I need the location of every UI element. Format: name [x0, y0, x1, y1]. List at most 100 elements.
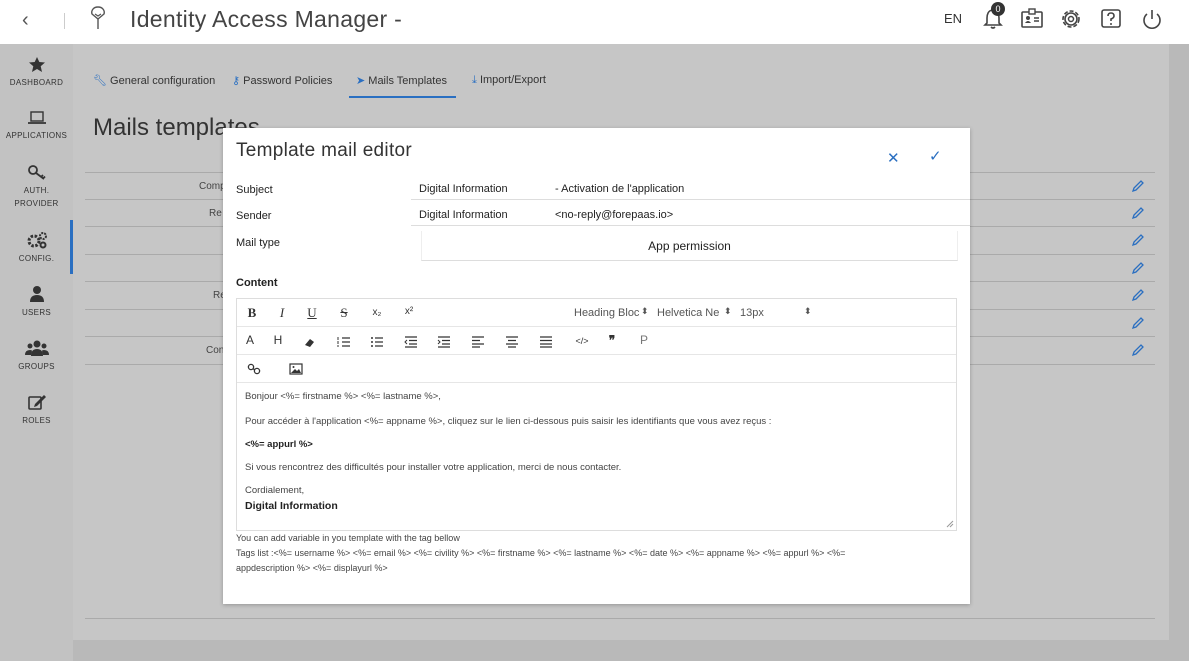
sender-label: Sender: [236, 210, 272, 222]
body-line: Si vous rencontrez des difficultés pour …: [245, 462, 622, 473]
content-label: Content: [236, 277, 278, 289]
italic-button[interactable]: I: [273, 305, 291, 321]
link-icon[interactable]: [245, 363, 263, 375]
variables-hint: You can add variable in you template wit…: [236, 533, 460, 543]
app-logo-icon: [91, 6, 105, 29]
key-icon: ⚷: [232, 75, 241, 87]
font-color-button[interactable]: A: [241, 333, 259, 347]
table-divider: [85, 618, 1155, 619]
bold-button[interactable]: B: [243, 305, 261, 321]
sidebar-item-applications[interactable]: APPLICATIONS: [0, 110, 73, 142]
pencil-icon[interactable]: [1131, 233, 1145, 247]
user-icon: [29, 286, 44, 302]
topbar-divider: [64, 13, 65, 29]
send-icon: ➤: [356, 75, 366, 87]
body-line: Cordialement,: [245, 485, 305, 496]
pencil-icon[interactable]: [1131, 261, 1145, 275]
close-button[interactable]: ✕: [887, 149, 900, 167]
editor-toolbar-row: [237, 355, 956, 383]
subject-label: Subject: [236, 184, 273, 196]
heading-select[interactable]: Heading Bloc: [574, 307, 644, 319]
template-mail-editor-modal: Template mail editor ✕ ✓ Subject Digital…: [223, 128, 970, 604]
body-line: Bonjour <%= firstname %> <%= lastname %>…: [245, 391, 441, 402]
chevron-updown-icon: ⬍: [641, 306, 649, 316]
align-center-icon[interactable]: [503, 336, 521, 348]
tab-label: Import/Export: [479, 74, 546, 86]
indent-icon[interactable]: [435, 336, 453, 348]
sidebar-item-users[interactable]: USERS: [0, 285, 73, 319]
power-icon[interactable]: [1139, 6, 1165, 32]
underline-button[interactable]: U: [303, 305, 321, 321]
sidebar-item-dashboard[interactable]: DASHBOARD: [0, 56, 73, 89]
pencil-icon[interactable]: [1131, 179, 1145, 193]
sender-input-part1[interactable]: Digital Information: [419, 209, 508, 221]
tags-list: Tags list :<%= username %> <%= email %> …: [236, 548, 846, 558]
font-size-select[interactable]: 13px: [740, 307, 800, 319]
ordered-list-icon[interactable]: [335, 336, 353, 348]
align-left-icon[interactable]: [469, 336, 487, 348]
sidebar-item-label: AUTH.: [23, 186, 50, 195]
top-bar: ‹ Identity Access Manager - EN 0: [0, 0, 1189, 44]
code-button[interactable]: </>: [570, 336, 594, 346]
sidebar-item-label: GROUPS: [18, 362, 55, 371]
rich-text-editor: B I U S x₂ x² Heading Bloc ⬍ Helvetica N…: [236, 298, 957, 531]
edit-icon: [27, 395, 46, 410]
laptop-icon: [27, 111, 46, 124]
superscript-button[interactable]: x²: [400, 306, 418, 317]
download-icon: ⤓: [472, 74, 477, 86]
sidebar: DASHBOARD APPLICATIONS AUTH. PROVIDER CO…: [0, 44, 73, 661]
sidebar-item-label: ROLES: [22, 416, 51, 425]
mail-type-label: Mail type: [236, 237, 281, 249]
table-row-label: Re: [209, 208, 222, 219]
tab-label: General configuration: [110, 75, 216, 87]
modal-title: Template mail editor: [236, 140, 413, 161]
body-line: Digital Information: [245, 500, 338, 512]
pencil-icon[interactable]: [1131, 288, 1145, 302]
tab-mails-templates[interactable]: ➤ Mails Templates: [356, 74, 447, 87]
align-justify-icon[interactable]: [537, 336, 555, 348]
editor-toolbar-row: B I U S x₂ x² Heading Bloc ⬍ Helvetica N…: [237, 299, 956, 327]
eraser-icon[interactable]: [301, 336, 319, 348]
tab-import-export[interactable]: ⤓ Import/Export: [472, 74, 546, 87]
tab-password-policies[interactable]: ⚷ Password Policies: [232, 74, 332, 87]
subject-input-part1[interactable]: Digital Information: [419, 183, 508, 195]
help-icon[interactable]: [1098, 6, 1124, 32]
sidebar-item-roles[interactable]: ROLES: [0, 393, 73, 427]
mail-type-select[interactable]: App permission: [421, 231, 958, 261]
pencil-icon[interactable]: [1131, 343, 1145, 357]
body-line: <%= appurl %>: [245, 439, 313, 450]
font-family-select[interactable]: Helvetica Ne: [657, 307, 723, 319]
pencil-icon[interactable]: [1131, 316, 1145, 330]
outdent-icon[interactable]: [402, 336, 420, 348]
back-button[interactable]: ‹: [22, 9, 29, 32]
gears-icon: [27, 232, 47, 249]
sidebar-item-config[interactable]: CONFIG.: [0, 231, 73, 265]
tags-list-continued: appdescription %> <%= displayurl %>: [236, 563, 388, 573]
pencil-icon[interactable]: [1131, 206, 1145, 220]
confirm-button[interactable]: ✓: [929, 147, 942, 165]
table-row-label: Comp: [199, 181, 226, 192]
sidebar-item-label: USERS: [21, 308, 52, 317]
image-icon[interactable]: [287, 363, 305, 375]
chevron-updown-icon: ⬍: [804, 306, 812, 316]
sidebar-item-groups[interactable]: GROUPS: [0, 339, 73, 373]
body-line: Pour accéder à l'application <%= appname…: [245, 416, 772, 427]
highlight-button[interactable]: H: [269, 333, 287, 347]
gear-icon[interactable]: [1058, 6, 1084, 32]
sender-input-part2[interactable]: <no-reply@forepaas.io>: [555, 209, 673, 221]
bullet-list-icon[interactable]: [368, 336, 386, 348]
tab-general-configuration[interactable]: 🔧︎ General configuration: [93, 74, 215, 87]
id-card-icon[interactable]: [1019, 6, 1045, 32]
tab-label: Password Policies: [243, 75, 333, 87]
sidebar-item-auth-provider[interactable]: AUTH. PROVIDER: [0, 164, 73, 210]
blockquote-button[interactable]: ❞: [603, 333, 621, 347]
strikethrough-button[interactable]: S: [335, 305, 353, 321]
language-selector[interactable]: EN: [944, 11, 962, 26]
sidebar-item-label: CONFIG.: [18, 254, 55, 263]
subscript-button[interactable]: x₂: [368, 307, 386, 318]
editor-toolbar-row: A H </> ❞ P: [237, 327, 956, 355]
subject-underline: [411, 199, 970, 200]
subject-input-part2[interactable]: - Activation de l'application: [555, 183, 684, 195]
paragraph-button[interactable]: P: [635, 333, 653, 347]
resize-handle-icon[interactable]: [946, 520, 954, 528]
